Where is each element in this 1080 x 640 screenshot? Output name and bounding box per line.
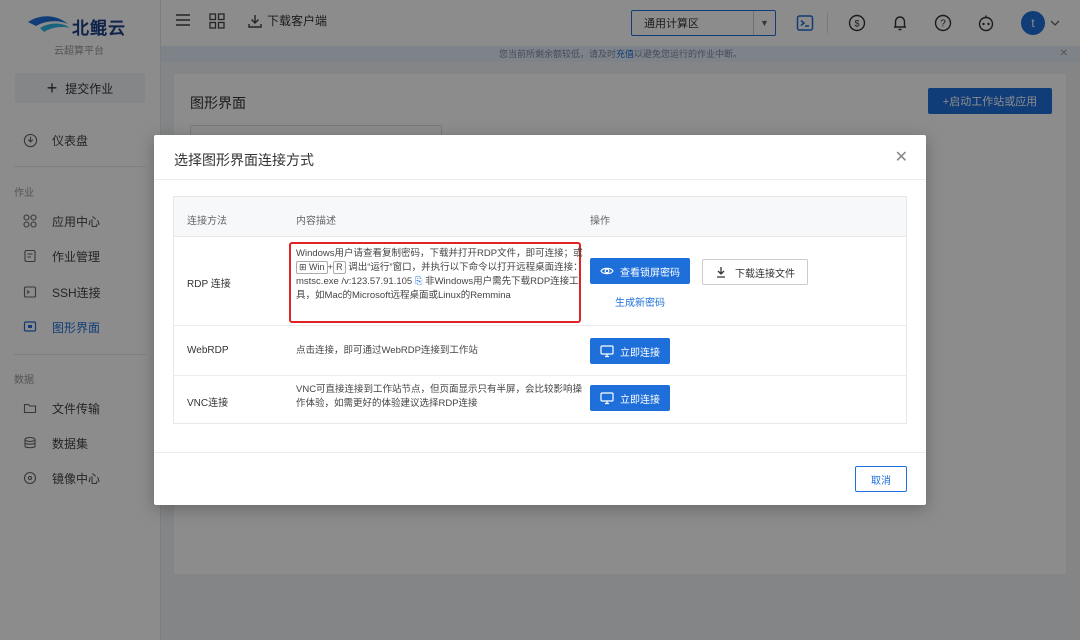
view-password-button[interactable]: 查看锁屏密码 (590, 258, 690, 284)
rdp-description: Windows用户请查看复制密码，下载并打开RDP文件，即可连接；或 ⊞ Win… (296, 247, 588, 303)
vnc-connect-button[interactable]: 立即连接 (590, 385, 670, 411)
method-name: VNC连接 (187, 398, 229, 409)
r-key: R (333, 261, 346, 274)
divider (154, 452, 926, 453)
monitor-icon (600, 345, 614, 358)
download-icon (717, 267, 725, 278)
method-name: WebRDP (187, 345, 229, 356)
divider (154, 179, 926, 180)
column-header: 内容描述 (296, 216, 336, 227)
copy-icon[interactable]: ⎘ (415, 276, 423, 287)
column-header: 操作 (590, 216, 610, 227)
connect-label: 立即连接 (620, 394, 660, 406)
desc-text: Windows用户请查看复制密码，下载并打开RDP文件，即可连接；或 (296, 248, 583, 259)
webrdp-description: 点击连接，即可通过WebRDP连接到工作站 (296, 345, 478, 356)
connection-method-dialog: 选择图形界面连接方式 ✕ 连接方法 内容描述 操作 RDP 连接 Windows… (154, 135, 926, 505)
table-row: WebRDP 点击连接，即可通过WebRDP连接到工作站 立即连接 (174, 326, 906, 376)
download-file-label: 下载连接文件 (735, 268, 795, 280)
view-password-label: 查看锁屏密码 (620, 267, 680, 279)
method-name: RDP 连接 (187, 279, 231, 290)
vnc-description: VNC可直接连接到工作站节点，但页面显示只有半屏，会比较影响操作体验，如需更好的… (296, 384, 583, 409)
cancel-button[interactable]: 取消 (855, 466, 907, 492)
generate-password-link[interactable]: 生成新密码 (615, 294, 665, 309)
download-rdp-file-button[interactable]: 下载连接文件 (702, 259, 808, 285)
close-icon[interactable]: ✕ (895, 147, 908, 167)
monitor-icon (600, 392, 614, 405)
table-header: 连接方法 内容描述 操作 (174, 197, 906, 237)
eye-icon (600, 267, 614, 275)
column-header: 连接方法 (187, 216, 227, 227)
dialog-title: 选择图形界面连接方式 (174, 152, 314, 168)
webrdp-connect-button[interactable]: 立即连接 (590, 338, 670, 364)
table-row: RDP 连接 Windows用户请查看复制密码，下载并打开RDP文件，即可连接；… (174, 238, 906, 326)
win-key: ⊞ Win (296, 261, 328, 274)
table-row: VNC连接 VNC可直接连接到工作站节点，但页面显示只有半屏，会比较影响操作体验… (174, 376, 906, 424)
connect-label: 立即连接 (620, 347, 660, 359)
connection-table: 连接方法 内容描述 操作 RDP 连接 Windows用户请查看复制密码，下载并… (173, 196, 907, 424)
